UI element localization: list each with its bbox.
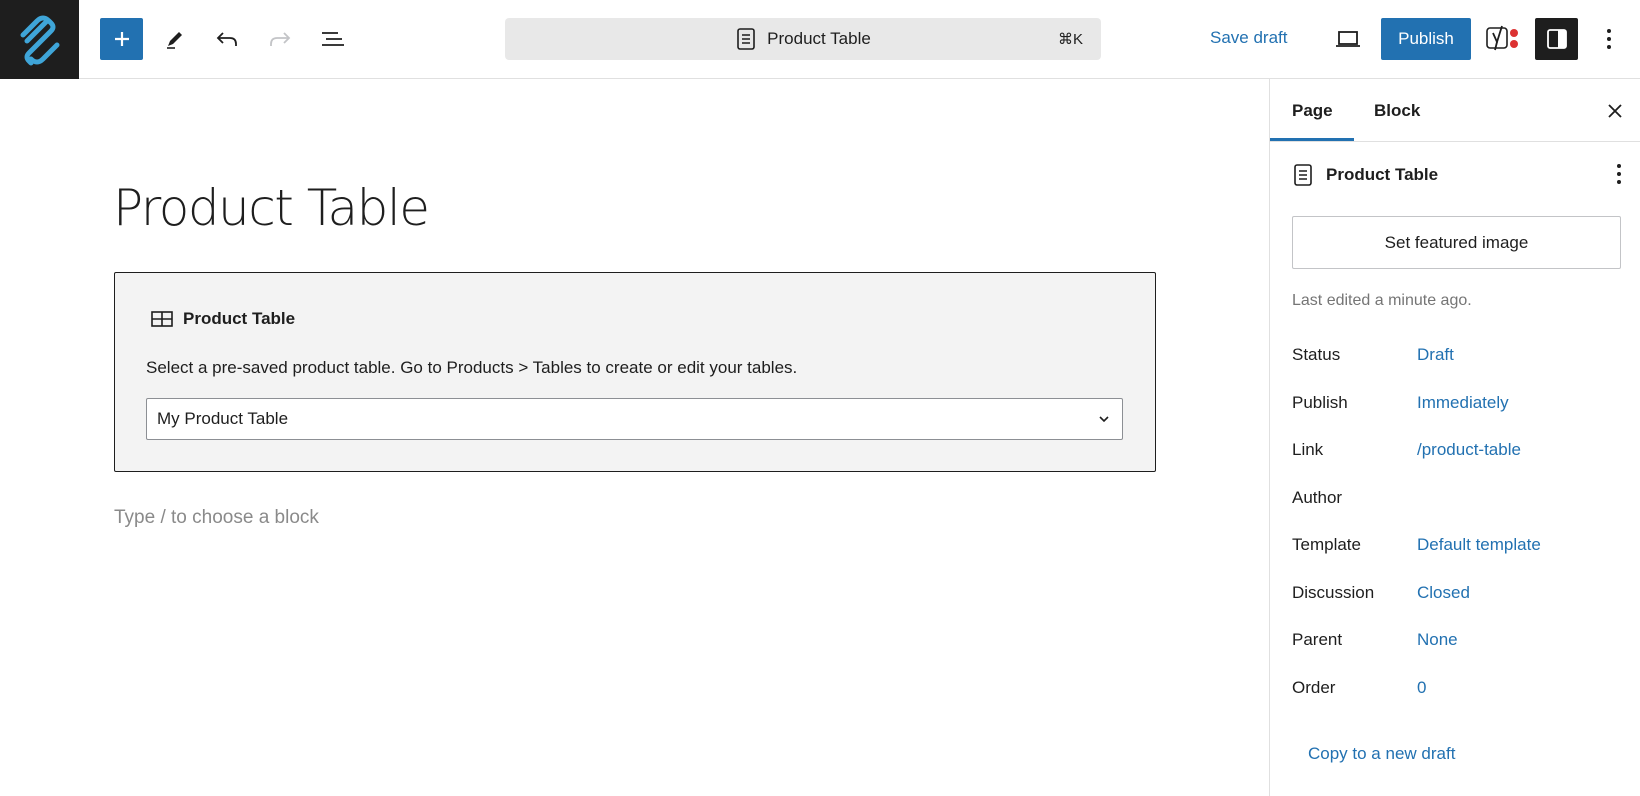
block-appender[interactable]: Type / to choose a block	[114, 507, 319, 529]
publish-value[interactable]: Immediately	[1417, 393, 1509, 413]
document-overview-button[interactable]	[312, 18, 354, 60]
document-title: Product Table	[767, 29, 871, 48]
meta-row-publish: Publish Immediately	[1292, 389, 1622, 417]
block-header: Product Table	[151, 309, 295, 329]
last-edited-text: Last edited a minute ago.	[1292, 292, 1472, 309]
meta-label: Order	[1292, 678, 1336, 697]
settings-sidebar-toggle[interactable]	[1535, 18, 1578, 60]
meta-label: Parent	[1292, 630, 1343, 649]
meta-label: Discussion	[1292, 583, 1375, 602]
block-instructions: Select a pre-saved product table. Go to …	[146, 358, 798, 377]
meta-label: Author	[1292, 488, 1343, 507]
meta-row-template: Template Default template	[1292, 531, 1622, 559]
close-sidebar-button[interactable]	[1603, 99, 1627, 123]
undo-icon	[216, 32, 237, 46]
meta-label: Template	[1292, 535, 1361, 554]
table-icon	[151, 311, 173, 327]
pencil-icon	[167, 32, 182, 49]
meta-row-link: Link /product-table	[1292, 436, 1622, 464]
command-shortcut: ⌘K	[1057, 31, 1083, 48]
yoast-seo-button[interactable]	[1484, 22, 1522, 56]
preview-button[interactable]	[1327, 18, 1369, 60]
tab-block[interactable]: Block	[1374, 79, 1420, 142]
editor-canvas: Product Table Product Table Select a pre…	[0, 79, 1269, 796]
meta-label: Status	[1292, 345, 1341, 364]
post-card: Product Table	[1292, 159, 1622, 191]
copy-to-new-draft-button[interactable]: Copy to a new draft	[1308, 744, 1455, 764]
close-icon	[1608, 104, 1622, 118]
meta-label: Link	[1292, 440, 1324, 459]
add-block-button[interactable]	[100, 18, 143, 60]
list-view-icon	[322, 32, 344, 46]
product-table-select[interactable]: My Product Table	[146, 398, 1123, 440]
meta-row-status: Status Draft	[1292, 341, 1622, 369]
template-value[interactable]: Default template	[1417, 535, 1541, 555]
undo-button[interactable]	[206, 18, 248, 60]
chevron-down-icon	[1099, 416, 1109, 423]
post-title[interactable]: Product Table	[113, 179, 430, 237]
editor-header: Product Table ⌘K Save draft Publish	[0, 0, 1640, 79]
status-value[interactable]: Draft	[1417, 345, 1454, 365]
redo-button[interactable]	[259, 18, 301, 60]
save-draft-button[interactable]: Save draft	[1210, 28, 1288, 48]
link-value[interactable]: /product-table	[1417, 440, 1521, 460]
post-card-title: Product Table	[1326, 165, 1439, 184]
site-logo-icon[interactable]	[0, 0, 79, 79]
more-vertical-icon	[1607, 29, 1611, 49]
product-table-block[interactable]: Product Table Select a pre-saved product…	[114, 272, 1156, 472]
discussion-value[interactable]: Closed	[1417, 583, 1470, 603]
meta-row-discussion: Discussion Closed	[1292, 579, 1622, 607]
meta-label: Publish	[1292, 393, 1348, 412]
redo-icon	[270, 32, 291, 46]
parent-value[interactable]: None	[1417, 630, 1458, 650]
yoast-icon	[1486, 25, 1518, 51]
options-menu-button[interactable]	[1594, 18, 1624, 60]
order-value[interactable]: 0	[1417, 678, 1426, 698]
sidebar-tabs: Page Block	[1270, 79, 1640, 142]
more-vertical-icon[interactable]	[1616, 163, 1622, 185]
sidebar-icon	[1546, 29, 1567, 49]
tools-button[interactable]	[154, 18, 196, 60]
block-label: Product Table	[183, 309, 296, 328]
settings-sidebar: Page Block Product Table Set featured im…	[1269, 79, 1640, 796]
active-tab-indicator	[1270, 138, 1354, 141]
meta-row-parent: Parent None	[1292, 626, 1622, 654]
set-featured-image-button[interactable]: Set featured image	[1292, 216, 1621, 269]
plus-icon	[114, 32, 129, 46]
meta-row-order: Order 0	[1292, 674, 1622, 702]
page-icon	[737, 28, 755, 50]
document-command-bar[interactable]: Product Table ⌘K	[505, 18, 1101, 60]
select-value: My Product Table	[157, 409, 289, 428]
meta-row-author: Author	[1292, 484, 1622, 512]
page-icon	[1294, 164, 1312, 186]
tab-page[interactable]: Page	[1292, 79, 1333, 142]
desktop-icon	[1336, 31, 1360, 47]
publish-button[interactable]: Publish	[1381, 18, 1471, 60]
